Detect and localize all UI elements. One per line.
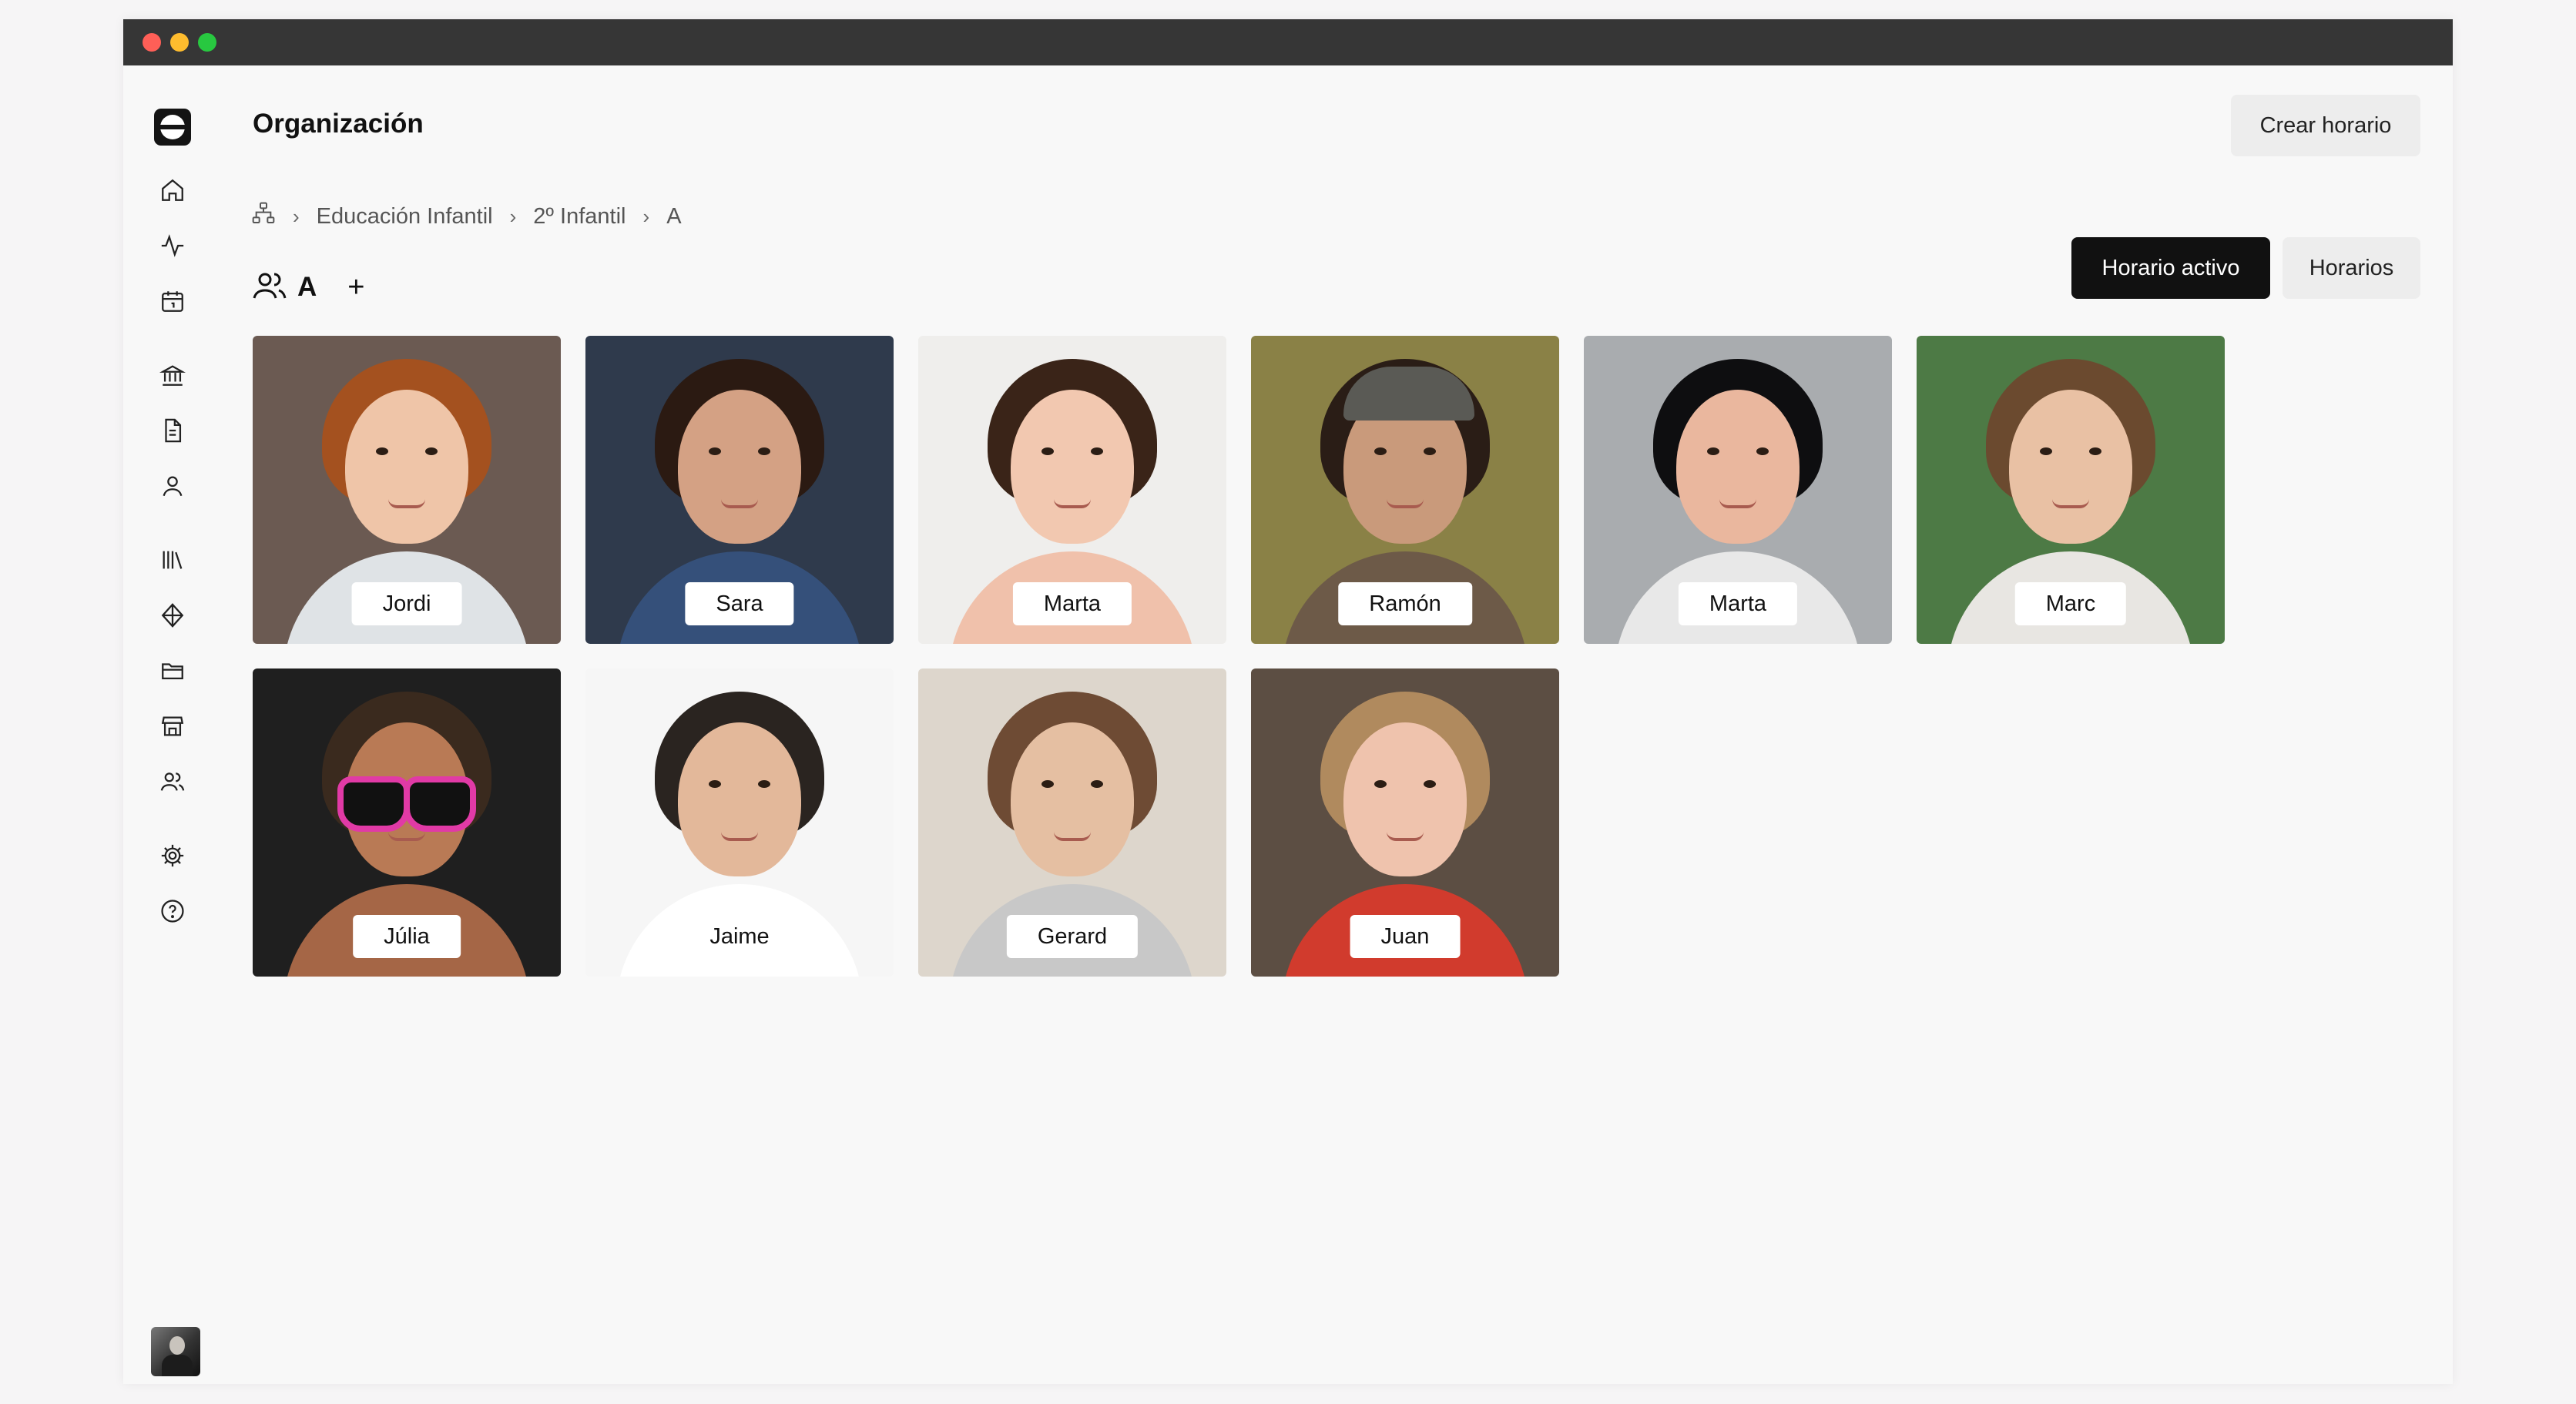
group-users-icon xyxy=(251,267,288,308)
window-titlebar xyxy=(123,19,2453,65)
close-window-button[interactable] xyxy=(143,33,161,52)
hierarchy-icon xyxy=(251,201,276,232)
student-name-label: Jordi xyxy=(351,582,462,625)
app-window: Organización Crear horario › Educación I… xyxy=(123,19,2453,1384)
help-icon[interactable] xyxy=(157,896,188,927)
app-logo[interactable] xyxy=(154,109,191,146)
student-card[interactable]: Juan xyxy=(1251,668,1559,977)
activity-icon[interactable] xyxy=(157,230,188,261)
student-grid: Jordi Sara Marta Ramón Marta Marc Júlia Jaime Ge… xyxy=(253,336,2225,977)
breadcrumb-item-stage[interactable]: Educación Infantil xyxy=(317,204,493,230)
maximize-window-button[interactable] xyxy=(198,33,216,52)
minimize-window-button[interactable] xyxy=(170,33,189,52)
student-name-label: Marta xyxy=(1678,582,1798,625)
user-icon[interactable] xyxy=(157,471,188,501)
users-icon[interactable] xyxy=(157,766,188,797)
student-card[interactable]: Júlia xyxy=(253,668,561,977)
student-card[interactable]: Sara xyxy=(585,336,894,644)
breadcrumb: › Educación Infantil › 2º Infantil › A xyxy=(251,198,682,235)
student-card[interactable]: Ramón xyxy=(1251,336,1559,644)
folder-icon[interactable] xyxy=(157,655,188,686)
student-name-label: Júlia xyxy=(353,915,461,958)
student-card[interactable]: Marta xyxy=(918,336,1226,644)
breadcrumb-separator: › xyxy=(293,204,300,228)
institution-icon[interactable] xyxy=(157,360,188,390)
home-icon[interactable] xyxy=(157,175,188,206)
group-name: A xyxy=(297,272,317,302)
student-name-label: Jaime xyxy=(679,915,800,958)
student-name-label: Marta xyxy=(1012,582,1132,625)
create-schedule-button[interactable]: Crear horario xyxy=(2231,95,2420,156)
breadcrumb-item-level[interactable]: 2º Infantil xyxy=(533,204,626,230)
student-card[interactable]: Jordi xyxy=(253,336,561,644)
store-icon[interactable] xyxy=(157,711,188,742)
breadcrumb-separator: › xyxy=(642,204,650,228)
calendar-icon[interactable] xyxy=(157,286,188,317)
student-card[interactable]: Marta xyxy=(1584,336,1892,644)
student-name-label: Gerard xyxy=(1006,915,1139,958)
student-name-label: Juan xyxy=(1350,915,1461,958)
user-avatar[interactable] xyxy=(151,1327,200,1376)
student-name-label: Marc xyxy=(2014,582,2127,625)
student-name-label: Sara xyxy=(685,582,794,625)
student-card[interactable]: Gerard xyxy=(918,668,1226,977)
sidebar xyxy=(123,65,222,1384)
document-icon[interactable] xyxy=(157,415,188,446)
breadcrumb-separator: › xyxy=(509,204,517,228)
page-title: Organización xyxy=(253,109,424,139)
add-student-button[interactable]: + xyxy=(347,273,364,302)
student-card[interactable]: Marc xyxy=(1917,336,2225,644)
tab-active-schedule[interactable]: Horario activo xyxy=(2071,237,2270,299)
student-name-label: Ramón xyxy=(1338,582,1472,625)
settings-icon[interactable] xyxy=(157,840,188,871)
breadcrumb-item-group[interactable]: A xyxy=(666,204,681,230)
library-icon[interactable] xyxy=(157,545,188,575)
group-header: A + xyxy=(251,267,364,307)
compass-icon[interactable] xyxy=(157,600,188,631)
student-card[interactable]: Jaime xyxy=(585,668,894,977)
tab-schedules[interactable]: Horarios xyxy=(2283,237,2420,299)
